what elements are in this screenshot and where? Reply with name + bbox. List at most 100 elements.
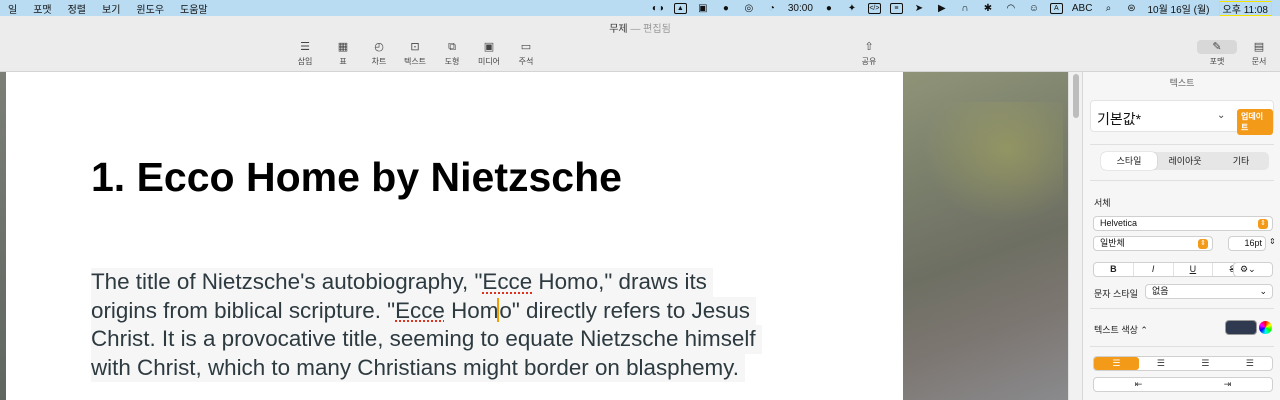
tab-style[interactable]: 스타일 [1101,152,1157,170]
align-right-icon[interactable]: ☰ [1183,357,1228,370]
document-canvas[interactable]: 1. Ecco Home by Nietzsche The title of N… [0,72,1068,400]
window-title: 무제 — 편집됨 [609,24,671,35]
menubar-clock[interactable]: 오후 11:08 [1218,0,1272,16]
alignment-buttons: ☰ ☰ ☰ ☰ [1093,356,1273,371]
tab-more[interactable]: 기타 [1213,152,1269,170]
document-scrollbar[interactable] [1068,72,1082,400]
stepper-icon: ⇕ [1258,219,1268,229]
indent-buttons: ⇤ ⇥ [1093,377,1273,392]
divider [1090,308,1274,309]
insert-button[interactable]: ☰ 삽입 [285,40,325,67]
app-menu: 일 포맷 정렬 보기 윈도우 도움말 [0,1,216,16]
color-wheel-icon[interactable] [1259,321,1272,334]
bold-button[interactable]: B [1094,263,1134,276]
calendar-badge-icon[interactable]: ▣ [696,2,710,14]
shape-button[interactable]: ⧉ 도형 [432,40,472,67]
update-style-button[interactable]: 업데이트 [1237,109,1273,135]
underline-button[interactable]: U [1174,263,1214,276]
table-icon: ▦ [337,41,349,53]
menu-item-window[interactable]: 윈도우 [128,1,172,16]
format-button[interactable]: ✎ 포맷 [1197,40,1237,67]
format-inspector: 텍스트 기본값* ⌄ 업데이트 스타일 레이아웃 기타 서체 Helvetica… [1082,72,1280,400]
chat-icon[interactable]: ● [719,2,733,14]
justify-icon[interactable]: ☰ [1228,357,1273,370]
text-button[interactable]: ⊡ 텍스트 [395,40,435,67]
document-page[interactable]: 1. Ecco Home by Nietzsche The title of N… [6,72,903,400]
tab-layout[interactable]: 레이아웃 [1157,152,1213,170]
timer-icon[interactable]: ◔ [765,2,779,14]
misspelled-word[interactable]: Ecce [482,269,532,294]
stepper-icon: ⇕ [1198,239,1208,249]
divider [1090,144,1274,145]
misspelled-word[interactable]: Ecce [395,298,445,323]
chart-icon: ◴ [374,41,384,53]
paragraph-line[interactable]: with Christ, which to many Christians mi… [91,353,745,382]
bulb-icon[interactable]: ✦ [845,2,859,14]
document-icon: ▤ [1253,41,1265,53]
gear-icon: ⚙⌄ [1240,264,1256,274]
divider [1090,180,1274,181]
timer-value[interactable]: 30:00 [788,3,813,14]
one-password-icon[interactable]: ◎ [742,2,756,14]
play-icon[interactable]: ▶ [935,2,949,14]
media-button[interactable]: ▣ 미디어 [469,40,509,67]
body-paragraph[interactable]: The title of Nietzsche's autobiography, … [91,268,831,382]
audio-icon[interactable]: ◐◑ [651,2,665,14]
clipboard-icon[interactable]: ≡ [889,2,903,14]
text-options-button[interactable]: ⚙⌄ [1233,262,1273,277]
font-size-field[interactable]: 16pt [1228,236,1266,251]
keyboard-abc[interactable]: ABC [1072,3,1093,14]
wifi-icon[interactable]: ◠ [1004,2,1018,14]
size-stepper-icon[interactable]: ⇕ [1269,237,1276,246]
divider [1090,346,1274,347]
document-heading[interactable]: 1. Ecco Home by Nietzsche [91,154,622,201]
text-box-icon: ⊡ [410,41,420,53]
font-weight-select[interactable]: 일반체 ⇕ [1093,236,1213,251]
document-button[interactable]: ▤ 문서 [1239,40,1279,67]
bluetooth-icon[interactable]: ✱ [981,2,995,14]
insert-icon: ☰ [300,41,310,53]
chart-button[interactable]: ◴ 차트 [359,40,399,67]
align-left-icon[interactable]: ☰ [1094,357,1139,370]
char-style-select[interactable]: 없음 ⌄ [1145,284,1273,299]
font-family-select[interactable]: Helvetica ⇕ [1093,216,1273,231]
input-source-icon[interactable]: A [1049,2,1063,14]
arrow-icon[interactable]: ➤ [912,2,926,14]
drop-icon[interactable]: ● [822,2,836,14]
paragraph-line[interactable]: The title of Nietzsche's autobiography, … [91,268,713,297]
scroll-thumb[interactable] [1073,74,1079,118]
user-icon[interactable]: ☺ [1027,2,1041,14]
desktop-wallpaper [903,72,1068,400]
paragraph-line[interactable]: Christ. It is a provocative title, seemi… [91,325,762,354]
comment-button[interactable]: ▭ 주석 [506,40,546,67]
char-style-label: 문자 스타일 [1094,289,1138,299]
table-button[interactable]: ▦ 표 [323,40,363,67]
chevron-down-icon[interactable]: ⌄ [1217,110,1225,121]
align-center-icon[interactable]: ☰ [1139,357,1184,370]
menu-item-edit[interactable]: 일 [0,1,25,16]
chevron-down-icon: ⌄ [1259,286,1267,296]
text-format-buttons: B I U S [1093,262,1253,277]
paintbrush-icon: ✎ [1197,40,1237,54]
search-icon[interactable]: ⌕ [1101,2,1115,14]
document-name: 무제 [609,24,628,35]
menu-item-format[interactable]: 포맷 [25,1,59,16]
headphones-icon[interactable]: ∩ [958,2,972,14]
share-button[interactable]: ⇧ 공유 [849,40,889,67]
control-center-icon[interactable]: ⊜ [1124,2,1138,14]
decrease-indent-icon[interactable]: ⇤ [1094,378,1183,391]
photo-icon: ▣ [483,41,495,53]
drive-icon[interactable]: ▲ [673,2,687,14]
menubar-date[interactable]: 10월 16일 (월) [1147,1,1209,16]
increase-indent-icon[interactable]: ⇥ [1183,378,1272,391]
share-icon: ⇧ [864,41,874,53]
paragraph-style-picker[interactable]: 기본값* ⌄ 업데이트 [1090,100,1274,135]
code-icon[interactable]: </> [867,2,881,14]
text-color-well[interactable] [1225,320,1257,335]
menu-item-view[interactable]: 보기 [94,1,128,16]
italic-button[interactable]: I [1134,263,1174,276]
status-area: ◐◑ ▲ ▣ ● ◎ ◔ 30:00 ● ✦ </> ≡ ➤ ▶ ∩ ✱ ◠ ☺… [651,0,1280,16]
menu-item-arrange[interactable]: 정렬 [60,1,94,16]
menu-item-help[interactable]: 도움말 [172,1,216,16]
paragraph-line[interactable]: origins from biblical scripture. "Ecce H… [91,296,756,325]
